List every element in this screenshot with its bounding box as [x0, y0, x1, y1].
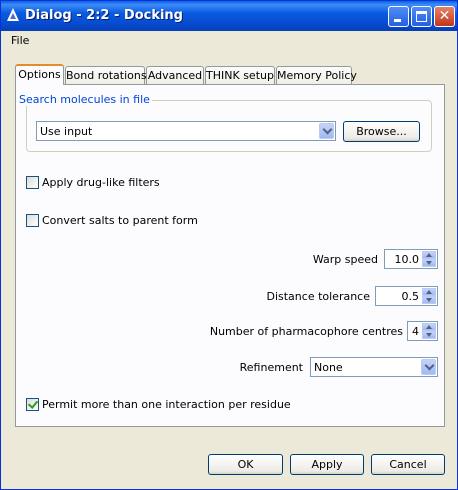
distance-tolerance-spinner[interactable]: 0.5 [375, 286, 438, 306]
spin-up-icon[interactable] [422, 251, 436, 259]
menu-file[interactable]: File [11, 34, 29, 47]
spin-down-icon[interactable] [422, 259, 436, 267]
warp-speed-label: Warp speed [312, 253, 378, 266]
tab-options[interactable]: Options [15, 64, 64, 85]
distance-tolerance-value: 0.5 [401, 290, 420, 303]
permit-interaction-checkbox[interactable] [26, 398, 39, 411]
drug-like-label: Apply drug-like filters [42, 176, 160, 189]
apply-button[interactable]: Apply [290, 454, 364, 475]
salts-label: Convert salts to parent form [42, 214, 198, 227]
browse-button[interactable]: Browse... [343, 121, 420, 142]
minimize-button[interactable] [388, 6, 409, 27]
maximize-button[interactable] [411, 6, 432, 27]
menu-bar: File [1, 31, 457, 50]
pharmacophore-centres-value: 4 [412, 325, 419, 338]
warp-speed-spinner[interactable]: 10.0 [384, 249, 438, 269]
tab-think-setup[interactable]: THINK setup [205, 66, 275, 84]
window-title: Dialog - 2:2 - Docking [25, 8, 183, 23]
tab-advanced[interactable]: Advanced [146, 66, 204, 84]
pharmacophore-centres-label: Number of pharmacophore centres [209, 325, 403, 338]
spin-down-icon[interactable] [422, 331, 436, 339]
warp-speed-stepper [422, 251, 436, 267]
salts-checkbox[interactable] [26, 214, 39, 227]
ok-button[interactable]: OK [208, 454, 283, 475]
maximize-icon [416, 11, 427, 22]
molecule-source-value: Use input [40, 125, 93, 138]
chevron-down-icon[interactable] [421, 359, 436, 375]
title-bar[interactable]: Dialog - 2:2 - Docking ✕ [1, 1, 457, 31]
spin-down-icon[interactable] [422, 296, 436, 304]
spin-up-icon[interactable] [422, 288, 436, 296]
spin-up-icon[interactable] [422, 323, 436, 331]
dialog-window: Dialog - 2:2 - Docking ✕ File Options Bo… [0, 0, 458, 490]
molecule-source-select[interactable]: Use input [36, 121, 336, 141]
refinement-label: Refinement [239, 361, 303, 374]
pharmacophore-centres-stepper [422, 323, 436, 339]
close-icon: ✕ [438, 8, 451, 24]
tab-memory-policy[interactable]: Memory Policy [276, 66, 357, 84]
cancel-button[interactable]: Cancel [371, 454, 445, 475]
refinement-select[interactable]: None [310, 357, 438, 377]
options-panel: Use input Browse... Apply drug-like filt… [15, 84, 445, 427]
chevron-down-icon[interactable] [319, 123, 334, 139]
minimize-icon [394, 19, 401, 22]
permit-interaction-label: Permit more than one interaction per res… [42, 398, 291, 411]
pharmacophore-centres-spinner[interactable]: 4 [407, 321, 438, 341]
tab-bond-rotations[interactable]: Bond rotations [65, 66, 147, 84]
refinement-value: None [314, 361, 343, 374]
close-button[interactable]: ✕ [434, 6, 455, 27]
search-molecules-group-title: Search molecules in file [17, 93, 152, 106]
app-logo-icon [7, 8, 19, 21]
distance-tolerance-stepper [422, 288, 436, 304]
distance-tolerance-label: Distance tolerance [266, 290, 370, 303]
warp-speed-value: 10.0 [394, 253, 420, 266]
drug-like-checkbox[interactable] [26, 176, 39, 189]
